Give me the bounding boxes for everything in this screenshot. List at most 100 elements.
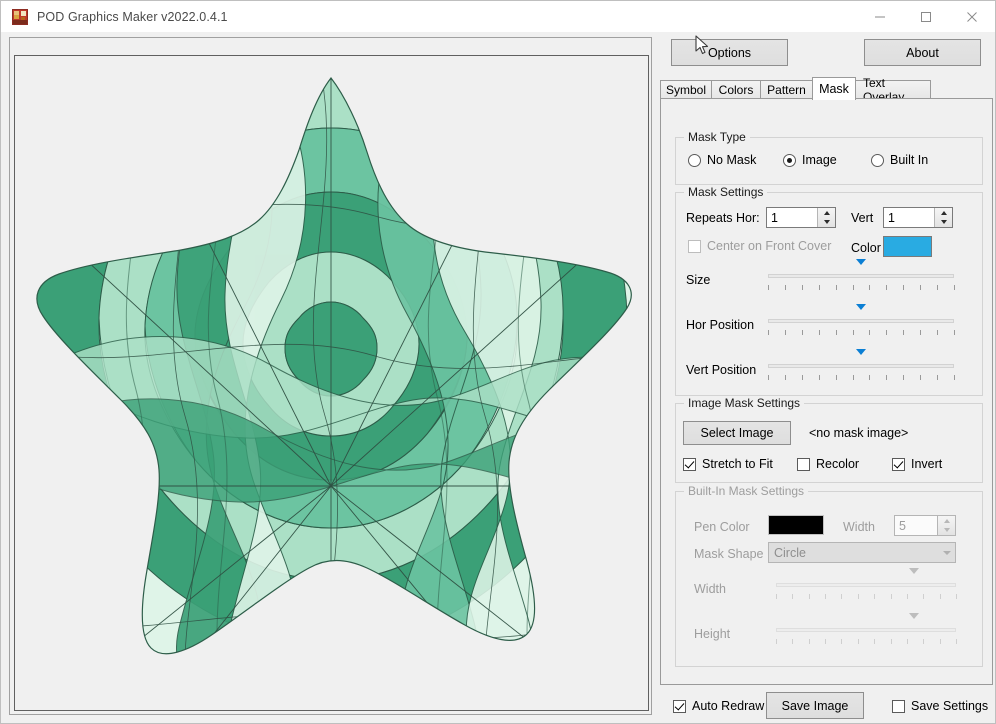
checkbox-auto-redraw[interactable]: Auto Redraw [673, 699, 764, 713]
size-slider-label: Size [686, 273, 710, 287]
repeats-vert-stepper[interactable]: 1 [883, 207, 953, 228]
about-button[interactable]: About [864, 39, 981, 66]
image-mask-settings-title: Image Mask Settings [684, 396, 804, 410]
builtin-mask-settings-group: Built-In Mask Settings Pen Color Width 5… [675, 491, 983, 667]
mask-settings-title: Mask Settings [684, 185, 767, 199]
repeats-vert-label: Vert [851, 211, 873, 225]
mask-shape-value: Circle [769, 546, 938, 560]
mask-color-label: Color [851, 241, 881, 255]
radio-image-label: Image [802, 153, 837, 167]
builtin-width-slider-thumb[interactable] [909, 574, 920, 595]
checkbox-recolor-label: Recolor [816, 457, 859, 471]
minimize-icon[interactable] [857, 1, 903, 32]
mask-color-swatch[interactable] [883, 236, 932, 257]
mask-image-status: <no mask image> [809, 426, 908, 440]
checkbox-center-on-front-cover[interactable]: Center on Front Cover [688, 239, 831, 253]
tab-text-overlay[interactable]: Text Overlay [855, 80, 931, 99]
builtin-width-stepper[interactable]: 5 [894, 515, 956, 536]
checkbox-stretch-to-fit-label: Stretch to Fit [702, 457, 773, 471]
mask-type-title: Mask Type [684, 130, 750, 144]
tab-symbol[interactable]: Symbol [660, 80, 712, 99]
radio-no-mask[interactable]: No Mask [688, 153, 756, 167]
builtin-height-slider-track[interactable] [776, 628, 956, 632]
builtin-width-slider[interactable] [776, 574, 956, 601]
repeats-vert-value: 1 [884, 208, 934, 227]
mask-type-group: Mask Type No Mask Image Built In [675, 137, 983, 185]
radio-no-mask-mark [688, 154, 701, 167]
builtin-width-slider-label: Width [694, 582, 726, 596]
application-window: POD Graphics Maker v2022.0.4.1 [0, 0, 996, 724]
vert-position-slider-label: Vert Position [686, 363, 756, 377]
builtin-height-slider[interactable] [776, 619, 956, 646]
options-button[interactable]: Options [671, 39, 788, 66]
checkbox-recolor-mark [797, 458, 810, 471]
repeats-vert-spin-buttons[interactable] [934, 208, 952, 227]
checkbox-auto-redraw-label: Auto Redraw [692, 699, 764, 713]
checkbox-center-on-front-cover-label: Center on Front Cover [707, 239, 831, 253]
pen-color-swatch[interactable] [768, 515, 824, 535]
checkbox-save-settings[interactable]: Save Settings [892, 699, 988, 713]
radio-image[interactable]: Image [783, 153, 837, 167]
repeats-hor-label: Repeats Hor: [686, 211, 760, 225]
maximize-icon[interactable] [903, 1, 949, 32]
select-image-button[interactable]: Select Image [683, 421, 791, 445]
repeats-hor-stepper[interactable]: 1 [766, 207, 836, 228]
tab-colors[interactable]: Colors [711, 80, 761, 99]
save-image-button[interactable]: Save Image [766, 692, 864, 719]
mask-shape-select[interactable]: Circle [768, 542, 956, 563]
tab-pattern[interactable]: Pattern [760, 80, 813, 99]
mask-shape-label: Mask Shape [694, 547, 763, 561]
repeats-hor-spin-buttons[interactable] [817, 208, 835, 227]
builtin-height-slider-ticks [776, 639, 956, 645]
checkbox-center-on-front-cover-mark [688, 240, 701, 253]
tab-mask[interactable]: Mask [812, 77, 856, 100]
builtin-height-slider-thumb[interactable] [909, 619, 920, 640]
size-slider-thumb[interactable] [856, 265, 867, 286]
size-slider[interactable] [768, 265, 954, 292]
star-wave-pattern-graphic [15, 56, 648, 710]
radio-built-in-label: Built In [890, 153, 928, 167]
preview-panel [9, 37, 652, 715]
mask-tab-page: Mask Type No Mask Image Built In Mask Se… [660, 98, 993, 685]
tab-strip: Symbol Colors Pattern Mask Text Overlay [660, 77, 993, 99]
builtin-width-up-icon[interactable] [938, 516, 955, 526]
hor-position-slider-thumb[interactable] [856, 310, 867, 331]
radio-no-mask-label: No Mask [707, 153, 756, 167]
bottom-action-bar: Auto Redraw Save Image Save Settings [657, 690, 996, 724]
repeats-vert-down-icon[interactable] [935, 218, 952, 228]
radio-built-in[interactable]: Built In [871, 153, 928, 167]
app-icon [12, 9, 28, 25]
checkbox-save-settings-mark [892, 700, 905, 713]
repeats-hor-up-icon[interactable] [818, 208, 835, 218]
window-title: POD Graphics Maker v2022.0.4.1 [37, 10, 228, 24]
checkbox-invert[interactable]: Invert [892, 457, 942, 471]
checkbox-stretch-to-fit[interactable]: Stretch to Fit [683, 457, 773, 471]
repeats-hor-down-icon[interactable] [818, 218, 835, 228]
radio-image-mark [783, 154, 796, 167]
hor-position-slider-label: Hor Position [686, 318, 754, 332]
title-bar: POD Graphics Maker v2022.0.4.1 [1, 1, 995, 32]
hor-position-slider[interactable] [768, 310, 954, 337]
pen-color-label: Pen Color [694, 520, 750, 534]
close-icon[interactable] [949, 1, 995, 32]
checkbox-stretch-to-fit-mark [683, 458, 696, 471]
checkbox-recolor[interactable]: Recolor [797, 457, 859, 471]
builtin-height-slider-label: Height [694, 627, 730, 641]
builtin-mask-settings-title: Built-In Mask Settings [684, 484, 808, 498]
radio-built-in-mark [871, 154, 884, 167]
checkbox-auto-redraw-mark [673, 700, 686, 713]
repeats-hor-value: 1 [767, 208, 817, 227]
repeats-vert-up-icon[interactable] [935, 208, 952, 218]
checkbox-invert-mark [892, 458, 905, 471]
controls-panel: Options About Symbol Colors Pattern Mask… [657, 32, 996, 724]
builtin-width-spin-buttons[interactable] [937, 516, 955, 535]
builtin-width-down-icon[interactable] [938, 526, 955, 536]
vert-position-slider-thumb[interactable] [856, 355, 867, 376]
checkbox-invert-label: Invert [911, 457, 942, 471]
chevron-down-icon[interactable] [938, 551, 955, 555]
vert-position-slider[interactable] [768, 355, 954, 382]
checkbox-save-settings-label: Save Settings [911, 699, 988, 713]
builtin-width-slider-track[interactable] [776, 583, 956, 587]
artwork-canvas[interactable] [14, 55, 649, 711]
mask-settings-group: Mask Settings Repeats Hor: 1 Vert 1 [675, 192, 983, 396]
